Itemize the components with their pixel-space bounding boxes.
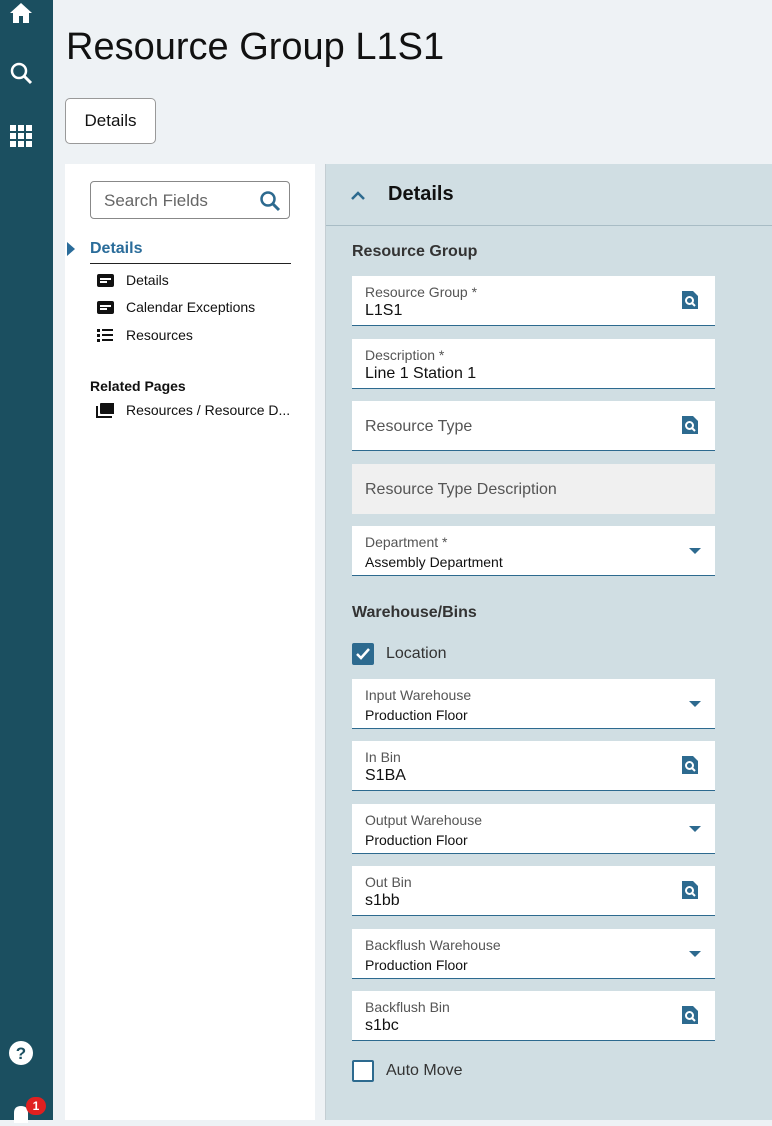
details-panel: Details Resource Group Resource Group * L…	[325, 164, 772, 1120]
nav-item-label: Calendar Exceptions	[126, 299, 256, 315]
field-value: S1BA	[365, 767, 406, 784]
field-value: L1S1	[365, 302, 403, 319]
nav-item-calendar-exceptions[interactable]: Calendar Exceptions	[96, 299, 255, 315]
lookup-search-icon[interactable]	[682, 416, 698, 439]
page-title: Resource Group L1S1	[66, 26, 445, 68]
lookup-search-icon[interactable]	[682, 756, 698, 779]
field-label: Description *	[365, 347, 445, 363]
field-label: Department *	[365, 534, 448, 550]
backflush-warehouse-select[interactable]: Backflush Warehouse Production Floor	[352, 929, 715, 979]
notification-badge: 1	[26, 1097, 46, 1115]
auto-move-checkbox[interactable]: Auto Move	[352, 1060, 462, 1082]
home-icon[interactable]	[8, 0, 34, 26]
field-label: Out Bin	[365, 874, 412, 890]
app-rail: ? 1	[0, 0, 53, 1123]
list-icon	[96, 328, 114, 342]
location-label: Location	[386, 645, 447, 662]
search-icon[interactable]	[259, 190, 281, 212]
nav-header-details[interactable]: Details	[90, 240, 291, 264]
related-page-resources[interactable]: Resources / Resource D...	[96, 402, 290, 418]
search-fields-input[interactable]: Search Fields	[90, 181, 290, 219]
svg-text:?: ?	[16, 1044, 26, 1063]
chevron-up-icon[interactable]	[350, 190, 366, 200]
input-warehouse-select[interactable]: Input Warehouse Production Floor	[352, 679, 715, 729]
field-placeholder: Resource Type Description	[365, 481, 557, 498]
resource-type-description-field: Resource Type Description	[352, 464, 715, 514]
department-select[interactable]: Department * Assembly Department	[352, 526, 715, 576]
search-icon[interactable]	[8, 60, 34, 86]
field-value: s1bb	[365, 892, 400, 909]
description-field[interactable]: Description * Line 1 Station 1	[352, 339, 715, 389]
panel-header[interactable]: Details	[326, 164, 772, 226]
apps-grid-icon[interactable]	[8, 123, 34, 149]
field-value: Line 1 Station 1	[365, 365, 477, 382]
related-pages-header: Related Pages	[90, 378, 186, 394]
backflush-bin-field[interactable]: Backflush Bin s1bc	[352, 991, 715, 1041]
section-warehouse-bins: Warehouse/Bins	[352, 604, 477, 621]
field-value: Production Floor	[365, 707, 468, 723]
in-bin-field[interactable]: In Bin S1BA	[352, 741, 715, 791]
field-label: Resource Group *	[365, 284, 478, 300]
pages-icon	[96, 402, 114, 418]
location-checkbox[interactable]: Location	[352, 643, 447, 665]
field-label: Backflush Bin	[365, 999, 450, 1015]
nav-item-label: Details	[126, 272, 169, 288]
field-value: Assembly Department	[365, 554, 503, 570]
dropdown-arrow-icon[interactable]	[689, 951, 701, 957]
related-page-label: Resources / Resource D...	[126, 402, 291, 418]
output-warehouse-select[interactable]: Output Warehouse Production Floor	[352, 804, 715, 854]
panel-title: Details	[388, 183, 454, 205]
resource-group-field[interactable]: Resource Group * L1S1	[352, 276, 715, 326]
field-label: Backflush Warehouse	[365, 937, 501, 953]
nav-item-details[interactable]: Details	[96, 272, 169, 288]
lookup-search-icon[interactable]	[682, 1006, 698, 1029]
auto-move-label: Auto Move	[386, 1062, 463, 1079]
nav-item-resources[interactable]: Resources	[96, 327, 193, 343]
details-button[interactable]: Details	[65, 98, 156, 144]
search-placeholder: Search Fields	[104, 191, 208, 210]
card-icon	[96, 300, 114, 314]
field-placeholder: Resource Type	[365, 418, 473, 435]
checkbox-unchecked-icon[interactable]	[352, 1060, 374, 1082]
dropdown-arrow-icon[interactable]	[689, 826, 701, 832]
checkbox-checked-icon[interactable]	[352, 643, 374, 665]
lookup-search-icon[interactable]	[682, 881, 698, 904]
out-bin-field[interactable]: Out Bin s1bb	[352, 866, 715, 916]
nav-item-label: Resources	[126, 327, 193, 343]
card-icon	[96, 273, 114, 287]
expand-caret-icon[interactable]	[67, 242, 75, 256]
field-label: Input Warehouse	[365, 687, 472, 703]
dropdown-arrow-icon[interactable]	[689, 548, 701, 554]
resource-type-field[interactable]: Resource Type	[352, 401, 715, 451]
field-navigator: Search Fields Details Details Calendar E…	[65, 164, 315, 1120]
help-icon[interactable]: ?	[8, 1040, 34, 1066]
field-value: s1bc	[365, 1017, 399, 1034]
field-value: Production Floor	[365, 957, 468, 973]
section-resource-group: Resource Group	[352, 243, 478, 260]
field-label: In Bin	[365, 749, 401, 765]
field-label: Output Warehouse	[365, 812, 482, 828]
lookup-search-icon[interactable]	[682, 291, 698, 314]
dropdown-arrow-icon[interactable]	[689, 701, 701, 707]
field-value: Production Floor	[365, 832, 468, 848]
